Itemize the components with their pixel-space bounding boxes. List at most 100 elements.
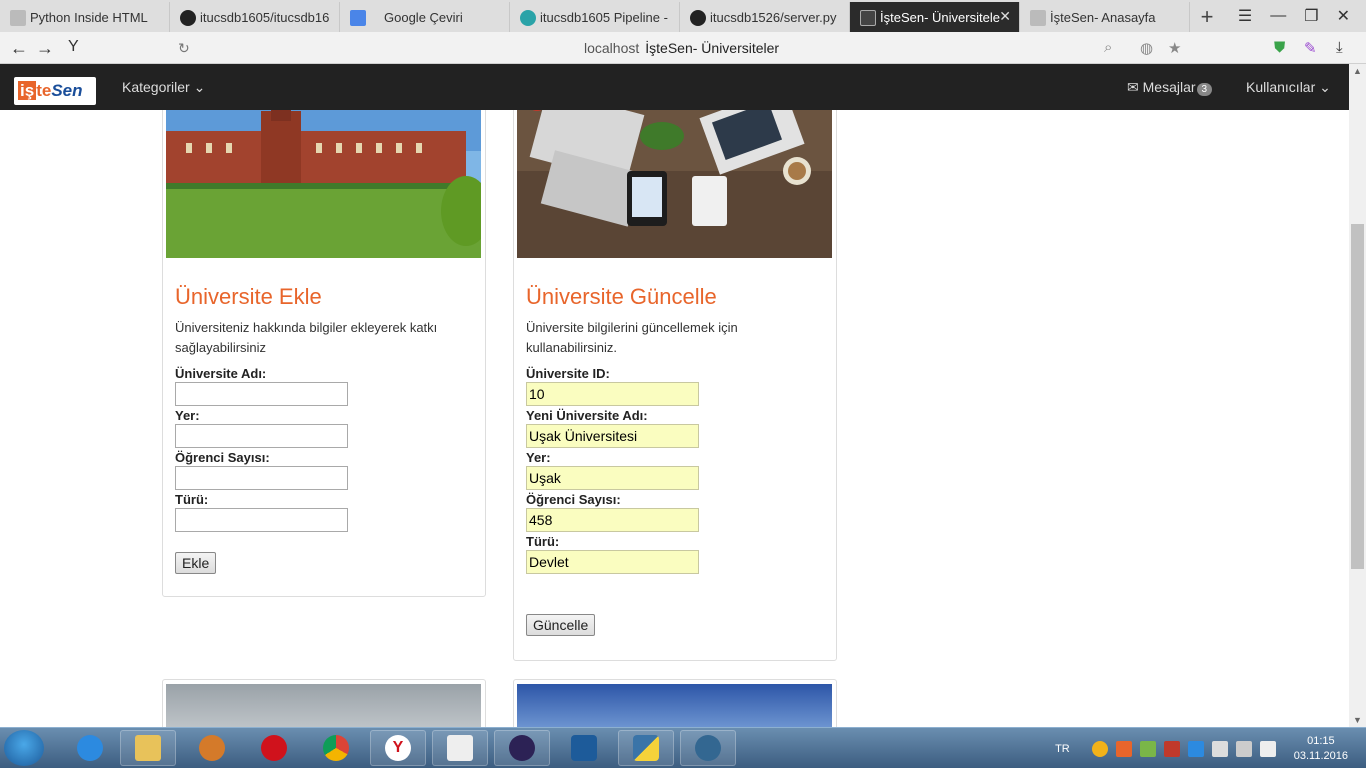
update-button[interactable]: Güncelle	[526, 614, 596, 636]
windows-taskbar: Y TR 01:15 03.11.2016	[0, 727, 1366, 768]
page-icon	[1030, 10, 1046, 26]
update-type-input[interactable]	[526, 550, 699, 574]
tray-app-icon[interactable]	[1115, 740, 1132, 757]
github-icon	[180, 10, 196, 26]
tab-server-py[interactable]: itucsdb1526/server.py	[680, 2, 850, 32]
search-icon[interactable]: ⌕	[1104, 39, 1112, 56]
url-field[interactable]: localhost İşteSen- Üniversiteler	[584, 40, 779, 56]
update-title: Üniversite Güncelle	[526, 284, 717, 309]
volume-icon[interactable]	[1259, 740, 1276, 757]
student-count-input[interactable]	[175, 466, 348, 490]
calculator-icon[interactable]	[432, 730, 488, 766]
restore-icon[interactable]: ❐	[1304, 6, 1318, 26]
gimp-icon[interactable]	[184, 730, 240, 766]
eclipse-icon[interactable]	[494, 730, 550, 766]
tab-anasayfa[interactable]: İşteSen- Anasayfa	[1020, 2, 1190, 32]
address-bar: ← → Y ↻ localhost İşteSen- Üniversiteler …	[0, 32, 1366, 64]
monitor-icon[interactable]	[1235, 740, 1252, 757]
users-dropdown[interactable]: Kullanıcılar ⌄	[1246, 79, 1331, 96]
ie-icon[interactable]	[62, 730, 118, 766]
explorer-icon[interactable]	[120, 730, 176, 766]
close-tab-icon[interactable]: ✕	[999, 8, 1011, 25]
update-student-count-input[interactable]	[526, 508, 699, 532]
github-icon	[690, 10, 706, 26]
scroll-up-icon[interactable]: ▲	[1353, 66, 1362, 76]
university-id-input[interactable]	[526, 382, 699, 406]
minimize-icon[interactable]: —	[1270, 7, 1286, 25]
university-building-image	[166, 110, 481, 258]
card-row2-right	[513, 679, 837, 727]
page-scrollbar[interactable]: ▲ ▼	[1349, 64, 1366, 727]
feather-icon[interactable]: ✎	[1304, 39, 1317, 57]
chevron-down-icon: ⌄	[193, 79, 206, 95]
new-university-name-label: Yeni Üniversite Adı:	[526, 408, 648, 423]
envelope-icon: ✉	[1127, 79, 1139, 95]
postgresql-icon[interactable]	[680, 730, 736, 766]
start-button[interactable]	[4, 730, 44, 766]
new-tab-button[interactable]: +	[1190, 2, 1224, 32]
update-form: Üniversite Güncelle Üniversite bilgileri…	[526, 284, 826, 636]
add-university-card: Üniversite Ekle Üniversiteniz hakkında b…	[162, 110, 486, 597]
university-name-label: Üniversite Adı:	[175, 366, 267, 381]
scroll-thumb[interactable]	[1351, 224, 1364, 569]
tab-python-inside-html[interactable]: Python Inside HTML	[0, 2, 170, 32]
tab-google-translate[interactable]: Google Çeviri	[340, 2, 510, 32]
add-button[interactable]: Ekle	[175, 552, 217, 574]
page-icon	[10, 10, 26, 26]
student-count-label: Öğrenci Sayısı:	[175, 450, 270, 465]
network-icon[interactable]	[1139, 740, 1156, 757]
language-indicator[interactable]: TR	[1055, 743, 1070, 755]
bookmark-star-icon[interactable]: ★	[1168, 39, 1181, 57]
add-description: Üniversiteniz hakkında bilgiler ekleyere…	[175, 320, 438, 355]
categories-dropdown[interactable]: Kategoriler ⌄	[122, 79, 205, 96]
virtualbox-icon[interactable]	[556, 730, 612, 766]
university-name-input[interactable]	[175, 382, 348, 406]
location-input[interactable]	[175, 424, 348, 448]
type-input[interactable]	[175, 508, 348, 532]
tab-universiteler[interactable]: İşteSen- Üniversitele ✕	[850, 2, 1020, 32]
update-type-label: Türü:	[526, 534, 560, 549]
usb-icon[interactable]	[1211, 740, 1228, 757]
yandex-icon[interactable]: Y	[68, 38, 79, 56]
chrome-icon[interactable]	[308, 730, 364, 766]
tab-itucsdb1605-repo[interactable]: itucsdb1605/itucsdb16	[170, 2, 340, 32]
messages-badge: 3	[1196, 83, 1213, 96]
antivirus-icon[interactable]	[1163, 740, 1180, 757]
snowflake-icon[interactable]	[1187, 740, 1204, 757]
tab-pipeline[interactable]: itucsdb1605 Pipeline -	[510, 2, 680, 32]
laptops-desk-image	[517, 110, 832, 258]
site-navbar: iş teSen Kategoriler ⌄ ✉ Mesajlar 3 Kullan…	[0, 64, 1349, 110]
reload-icon[interactable]: ↻	[178, 40, 190, 57]
new-university-name-input[interactable]	[526, 424, 699, 448]
card-row2-left	[162, 679, 486, 727]
menu-icon[interactable]: ☰	[1238, 6, 1252, 26]
chevron-down-icon: ⌄	[1319, 79, 1331, 95]
shield-icon[interactable]: ⛊	[1274, 39, 1285, 56]
scroll-down-icon[interactable]: ▼	[1353, 715, 1362, 725]
add-title: Üniversite Ekle	[175, 284, 322, 309]
close-window-icon[interactable]: ✕	[1337, 6, 1350, 26]
update-university-card: Üniversite Güncelle Üniversite bilgileri…	[513, 110, 837, 661]
site-logo[interactable]: iş teSen	[14, 77, 96, 105]
opera-icon[interactable]	[246, 730, 302, 766]
download-icon[interactable]: ⤓	[1336, 39, 1343, 56]
forward-icon[interactable]: →	[36, 38, 54, 59]
sky-image	[517, 684, 832, 727]
update-description: Üniversite bilgilerini güncellemek için …	[526, 320, 738, 355]
globe-icon[interactable]: ◍	[1140, 39, 1153, 57]
yandex-browser-icon[interactable]: Y	[370, 730, 426, 766]
python-icon[interactable]	[618, 730, 674, 766]
main-content: Üniversite Ekle Üniversiteniz hakkında b…	[0, 110, 1349, 727]
pipeline-icon	[520, 10, 536, 26]
system-tray: TR 01:15 03.11.2016	[1055, 728, 1366, 769]
university-id-label: Üniversite ID:	[526, 366, 610, 381]
back-icon[interactable]: ←	[10, 38, 28, 59]
type-label: Türü:	[175, 492, 209, 507]
update-location-input[interactable]	[526, 466, 699, 490]
room-image	[166, 684, 481, 727]
terminal-icon	[860, 10, 876, 26]
warning-icon[interactable]	[1091, 740, 1108, 757]
clock[interactable]: 01:15 03.11.2016	[1294, 734, 1348, 764]
location-label: Yer:	[175, 408, 200, 423]
messages-link[interactable]: ✉ Mesajlar 3	[1127, 79, 1213, 96]
